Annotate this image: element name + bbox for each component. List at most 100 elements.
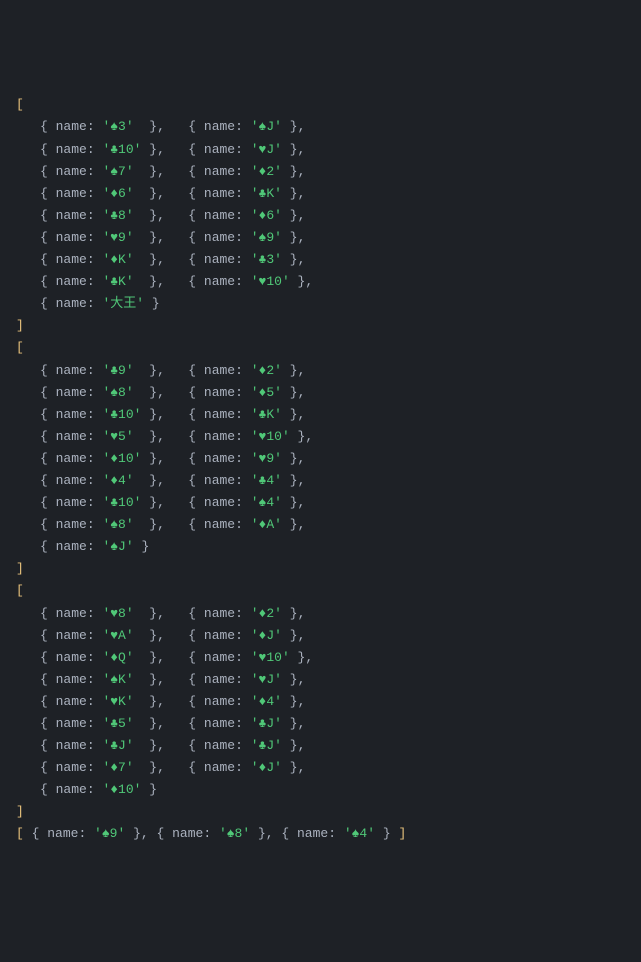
string-value: '♣K' — [102, 274, 133, 289]
punct: : — [235, 628, 251, 643]
object-key: name — [56, 186, 87, 201]
brace: } — [282, 606, 298, 621]
console-output: [{ name: '♠3' }, { name: '♠J' },{ name: … — [8, 94, 633, 845]
string-value: '♦5' — [251, 385, 282, 400]
brace: } — [125, 826, 141, 841]
code-line: { name: '♦4' }, { name: '♣4' }, — [8, 470, 633, 492]
code-line: ] — [8, 801, 633, 823]
brace: { — [40, 716, 56, 731]
object-key: name — [56, 274, 87, 289]
string-value: '♠9' — [251, 230, 282, 245]
brace: { — [40, 186, 56, 201]
code-line: { name: '♥5' }, { name: '♥10' }, — [8, 426, 633, 448]
brace: { — [32, 826, 48, 841]
string-value: '♣10' — [102, 142, 141, 157]
punct: : — [235, 119, 251, 134]
object-key: name — [204, 473, 235, 488]
string-value: '♥10' — [251, 429, 290, 444]
brace: { — [40, 296, 56, 311]
object-key: name — [56, 164, 87, 179]
punct: : — [235, 363, 251, 378]
string-value: '♦6' — [102, 186, 133, 201]
punct: : — [87, 230, 103, 245]
brace: } — [282, 694, 298, 709]
punct: : — [328, 826, 344, 841]
punct: : — [87, 252, 103, 267]
brace: } — [250, 826, 266, 841]
punct: : — [235, 230, 251, 245]
code-line: { name: '♦10' } — [8, 779, 633, 801]
code-line: { name: '♣8' }, { name: '♦6' }, — [8, 205, 633, 227]
object-key: name — [56, 142, 87, 157]
brace: { — [40, 782, 56, 797]
bracket: [ — [16, 97, 24, 112]
brace: { — [40, 385, 56, 400]
brace: } — [141, 473, 157, 488]
brace: { — [188, 738, 204, 753]
punct: , — [157, 694, 165, 709]
string-value: '♦10' — [102, 451, 141, 466]
object-key: name — [204, 363, 235, 378]
brace: } — [141, 186, 157, 201]
brace: { — [188, 429, 204, 444]
brace: { — [188, 694, 204, 709]
object-key: name — [56, 517, 87, 532]
code-line: { name: '♣10' }, { name: '♠4' }, — [8, 492, 633, 514]
punct: : — [87, 606, 103, 621]
punct: : — [235, 606, 251, 621]
object-key: name — [204, 252, 235, 267]
punct: , — [298, 363, 306, 378]
brace: { — [188, 252, 204, 267]
punct: , — [157, 164, 165, 179]
punct: : — [87, 119, 103, 134]
punct: , — [298, 142, 306, 157]
code-line: { name: '♠K' }, { name: '♥J' }, — [8, 669, 633, 691]
brace: { — [40, 539, 56, 554]
string-value: '♣K' — [251, 186, 282, 201]
code-line: ] — [8, 558, 633, 580]
string-value: '♠J' — [251, 119, 282, 134]
object-key: name — [204, 385, 235, 400]
brace: } — [141, 385, 157, 400]
brace: { — [40, 628, 56, 643]
brace: } — [290, 274, 306, 289]
brace: } — [282, 119, 298, 134]
brace: } — [282, 142, 298, 157]
punct: , — [298, 164, 306, 179]
punct: , — [157, 451, 165, 466]
object-key: name — [56, 385, 87, 400]
brace: } — [141, 760, 157, 775]
string-value: '♥J' — [251, 672, 282, 687]
punct: , — [157, 672, 165, 687]
brace: { — [188, 672, 204, 687]
punct: , — [298, 760, 306, 775]
brace: } — [134, 539, 150, 554]
punct: : — [87, 164, 103, 179]
brace: } — [141, 694, 157, 709]
punct: , — [298, 119, 306, 134]
punct: , — [157, 186, 165, 201]
punct: , — [305, 429, 313, 444]
punct: : — [87, 186, 103, 201]
code-line: [ — [8, 337, 633, 359]
brace: } — [141, 429, 157, 444]
code-line: { name: '♥8' }, { name: '♦2' }, — [8, 603, 633, 625]
string-value: '♣J' — [251, 716, 282, 731]
brace: { — [188, 119, 204, 134]
code-line: [ — [8, 580, 633, 602]
object-key: name — [56, 672, 87, 687]
object-key: name — [204, 672, 235, 687]
object-key: name — [56, 738, 87, 753]
punct: : — [235, 650, 251, 665]
string-value: '♠8' — [219, 826, 250, 841]
punct: : — [235, 738, 251, 753]
code-line: { name: '♥A' }, { name: '♦J' }, — [8, 625, 633, 647]
punct: : — [235, 274, 251, 289]
brace: } — [282, 252, 298, 267]
string-value: '♣9' — [102, 363, 133, 378]
string-value: '大王' — [102, 296, 144, 311]
object-key: name — [56, 650, 87, 665]
object-key: name — [204, 738, 235, 753]
punct: , — [298, 495, 306, 510]
brace: } — [141, 628, 157, 643]
